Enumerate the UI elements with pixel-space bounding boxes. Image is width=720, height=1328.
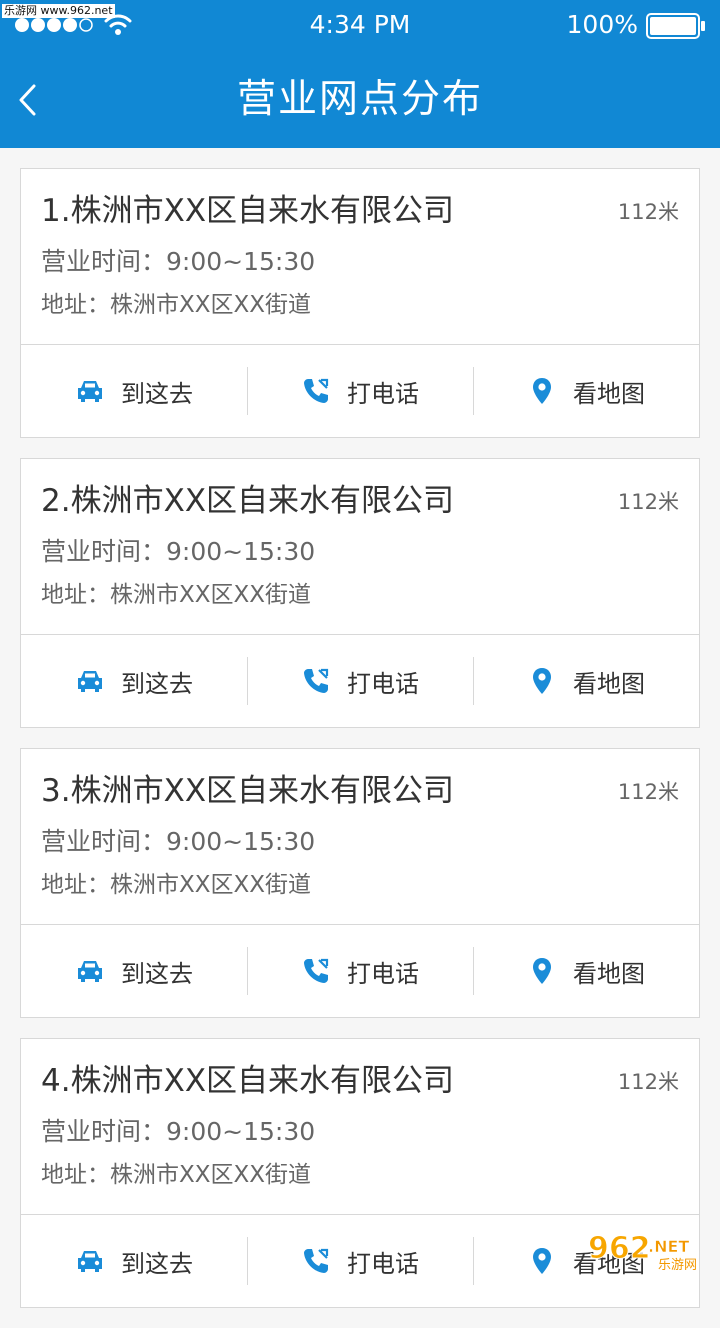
map-pin-icon xyxy=(527,666,557,696)
map-pin-icon xyxy=(527,956,557,986)
nav-bar: 营业网点分布 xyxy=(0,60,720,140)
page-title: 营业网点分布 xyxy=(0,74,720,126)
branch-actions: 到这去 打电话 看地图 xyxy=(21,635,699,727)
map-pin-icon xyxy=(527,376,557,406)
call-button[interactable]: 打电话 xyxy=(247,925,473,1017)
branch-hours: 营业时间：9:00~15:30 xyxy=(41,245,315,279)
go-here-button[interactable]: 到这去 xyxy=(21,345,247,437)
call-button[interactable]: 打电话 xyxy=(247,1215,473,1307)
call-label: 打电话 xyxy=(347,1244,419,1279)
branch-actions: 到这去 打电话 看地图 xyxy=(21,345,699,437)
call-button[interactable]: 打电话 xyxy=(247,635,473,727)
branch-distance: 112米 xyxy=(618,197,679,227)
view-map-button[interactable]: 看地图 xyxy=(473,635,699,727)
battery-icon xyxy=(646,13,706,39)
branch-hours: 营业时间：9:00~15:30 xyxy=(41,1115,315,1149)
call-label: 打电话 xyxy=(347,954,419,989)
status-bar: 乐游网 www.962.net 4:34 PM 100% xyxy=(0,0,720,50)
view-map-button[interactable]: 看地图 xyxy=(473,925,699,1017)
branch-card: 1.株洲市XX区自来水有限公司 112米 营业时间：9:00~15:30 地址：… xyxy=(20,168,700,438)
branch-hours: 营业时间：9:00~15:30 xyxy=(41,535,315,569)
call-label: 打电话 xyxy=(347,664,419,699)
branch-distance: 112米 xyxy=(618,1067,679,1097)
branch-info[interactable]: 2.株洲市XX区自来水有限公司 112米 营业时间：9:00~15:30 地址：… xyxy=(21,459,699,635)
watermark-sub: 乐游网 xyxy=(658,1258,697,1272)
site-watermark-logo: 962 .NET 乐游网 xyxy=(586,1228,714,1272)
branch-card: 3.株洲市XX区自来水有限公司 112米 营业时间：9:00~15:30 地址：… xyxy=(20,748,700,1018)
branch-distance: 112米 xyxy=(618,777,679,807)
phone-icon xyxy=(301,1246,331,1276)
branch-distance: 112米 xyxy=(618,487,679,517)
phone-icon xyxy=(301,956,331,986)
phone-icon xyxy=(301,376,331,406)
branch-info[interactable]: 1.株洲市XX区自来水有限公司 112米 营业时间：9:00~15:30 地址：… xyxy=(21,169,699,345)
branch-actions: 到这去 打电话 看地图 xyxy=(21,925,699,1017)
go-here-label: 到这去 xyxy=(121,664,193,699)
branch-info[interactable]: 4.株洲市XX区自来水有限公司 112米 营业时间：9:00~15:30 地址：… xyxy=(21,1039,699,1215)
view-map-button[interactable]: 看地图 xyxy=(473,345,699,437)
view-map-label: 看地图 xyxy=(573,664,645,699)
branch-title: 2.株洲市XX区自来水有限公司 xyxy=(41,481,454,521)
call-label: 打电话 xyxy=(347,374,419,409)
map-pin-icon xyxy=(527,1246,557,1276)
car-icon xyxy=(75,666,105,696)
car-icon xyxy=(75,1246,105,1276)
car-icon xyxy=(75,956,105,986)
app-header: 乐游网 www.962.net 4:34 PM 100% 营业网点分布 xyxy=(0,0,720,148)
branch-address: 地址：株洲市XX区XX街道 xyxy=(41,1159,311,1191)
go-here-label: 到这去 xyxy=(121,954,193,989)
branch-card: 2.株洲市XX区自来水有限公司 112米 营业时间：9:00~15:30 地址：… xyxy=(20,458,700,728)
go-here-button[interactable]: 到这去 xyxy=(21,1215,247,1307)
branch-address: 地址：株洲市XX区XX街道 xyxy=(41,289,311,321)
branch-hours: 营业时间：9:00~15:30 xyxy=(41,825,315,859)
branch-title: 1.株洲市XX区自来水有限公司 xyxy=(41,191,454,231)
go-here-button[interactable]: 到这去 xyxy=(21,635,247,727)
go-here-label: 到这去 xyxy=(121,374,193,409)
call-button[interactable]: 打电话 xyxy=(247,345,473,437)
branch-address: 地址：株洲市XX区XX街道 xyxy=(41,579,311,611)
branch-info[interactable]: 3.株洲市XX区自来水有限公司 112米 营业时间：9:00~15:30 地址：… xyxy=(21,749,699,925)
view-map-label: 看地图 xyxy=(573,954,645,989)
go-here-button[interactable]: 到这去 xyxy=(21,925,247,1017)
branch-title: 3.株洲市XX区自来水有限公司 xyxy=(41,771,454,811)
go-here-label: 到这去 xyxy=(121,1244,193,1279)
watermark-brand: 962 xyxy=(588,1231,651,1266)
watermark-suffix: .NET xyxy=(648,1237,689,1256)
branch-address: 地址：株洲市XX区XX街道 xyxy=(41,869,311,901)
branch-title: 4.株洲市XX区自来水有限公司 xyxy=(41,1061,454,1101)
battery-percentage: 100% xyxy=(567,8,638,42)
view-map-label: 看地图 xyxy=(573,374,645,409)
branch-list: 1.株洲市XX区自来水有限公司 112米 营业时间：9:00~15:30 地址：… xyxy=(20,168,700,1328)
phone-icon xyxy=(301,666,331,696)
car-icon xyxy=(75,376,105,406)
